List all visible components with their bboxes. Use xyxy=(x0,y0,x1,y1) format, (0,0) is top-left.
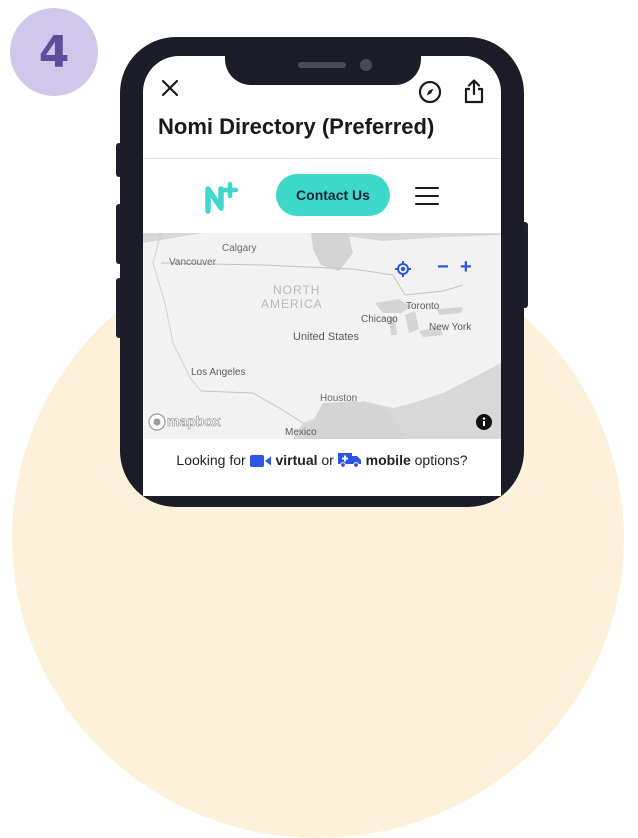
phone-camera xyxy=(360,59,372,71)
footer-prefix: Looking for xyxy=(176,452,246,468)
map-label-mexico: Mexico xyxy=(285,427,317,438)
compass-icon[interactable] xyxy=(418,80,442,104)
nomi-logo[interactable] xyxy=(205,182,239,214)
map-label-north: NORTH xyxy=(273,283,321,297)
ambulance-icon xyxy=(337,453,361,468)
map-label-chicago: Chicago xyxy=(361,314,398,325)
step-number: 4 xyxy=(38,26,70,78)
virtual-mobile-prompt: Looking for virtual or mobile options? xyxy=(143,450,501,468)
map-label-toronto: Toronto xyxy=(406,301,440,312)
video-camera-icon xyxy=(249,455,271,467)
phone-speaker xyxy=(298,62,346,68)
map-label-new-york: New York xyxy=(429,322,472,333)
map-label-calgary: Calgary xyxy=(222,243,257,254)
info-icon[interactable] xyxy=(476,414,492,430)
page-title: Nomi Directory (Preferred) xyxy=(158,114,435,139)
mapbox-logo-icon xyxy=(148,413,166,431)
zoom-out-button[interactable]: − xyxy=(437,256,449,279)
map-label-america: AMERICA xyxy=(261,297,323,311)
phone-notch xyxy=(225,37,421,85)
map-label-los-angeles: Los Angeles xyxy=(191,367,246,378)
locate-me-icon[interactable] xyxy=(395,261,411,277)
contact-us-button[interactable]: Contact Us xyxy=(276,174,390,216)
footer-suffix: options? xyxy=(414,452,468,468)
footer-mobile[interactable]: mobile xyxy=(366,452,411,468)
zoom-in-button[interactable]: + xyxy=(460,256,472,279)
header-divider xyxy=(143,158,501,159)
map-view[interactable]: Calgary Vancouver NORTH AMERICA Toronto … xyxy=(143,233,501,439)
footer-or: or xyxy=(321,452,334,468)
close-icon[interactable] xyxy=(161,79,179,97)
map-label-houston: Houston xyxy=(320,393,358,404)
map-label-vancouver: Vancouver xyxy=(169,257,217,268)
hamburger-menu-icon[interactable] xyxy=(415,186,439,206)
share-icon[interactable] xyxy=(462,78,486,106)
mapbox-attribution[interactable]: mapbox xyxy=(167,413,221,430)
step-badge: 4 xyxy=(10,8,98,96)
map-label-united-states: United States xyxy=(293,331,360,343)
footer-virtual[interactable]: virtual xyxy=(275,452,317,468)
